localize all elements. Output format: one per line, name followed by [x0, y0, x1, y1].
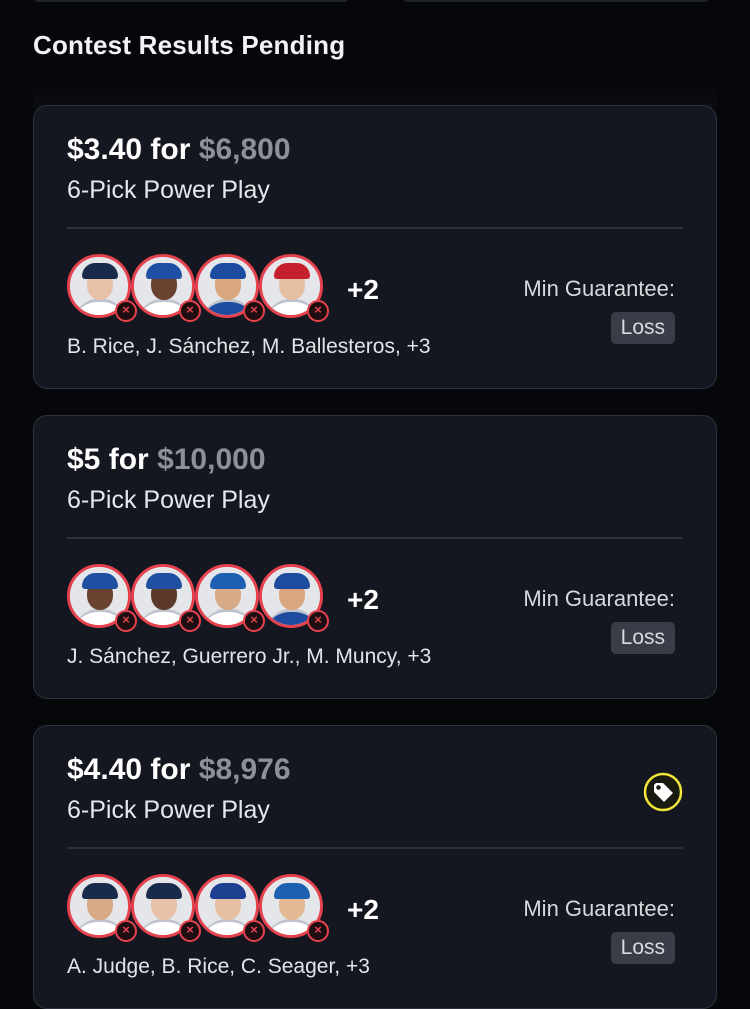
result-badge: Loss [610, 312, 675, 344]
card-divider [67, 227, 683, 229]
player-names: A. Judge, B. Rice, C. Seager, +3 [67, 955, 370, 978]
entry-amount: $3.40 [67, 133, 143, 166]
for-word: for [150, 133, 191, 166]
min-guarantee-label: Min Guarantee: [523, 276, 675, 301]
play-type: 6-Pick Power Play [67, 486, 270, 514]
entry-amount: $5 [67, 443, 101, 476]
more-players-count: +2 [347, 894, 379, 925]
payout-amount: $10,000 [157, 443, 266, 476]
player-names: J. Sánchez, Guerrero Jr., M. Muncy, +3 [67, 645, 432, 668]
play-type: 6-Pick Power Play [67, 176, 270, 204]
card-divider [67, 537, 683, 539]
more-players-count: +2 [347, 584, 379, 615]
for-word: for [108, 443, 149, 476]
section-title: Contest Results Pending [33, 30, 346, 60]
result-badge: Loss [610, 932, 675, 964]
tab-remnant-right [404, 0, 708, 2]
min-guarantee-label: Min Guarantee: [523, 586, 675, 611]
entry-amount: $4.40 [67, 753, 143, 786]
card-divider [67, 847, 683, 849]
entry-card[interactable]: $4.40 for $8,976 6-Pick Power Play × × ×… [33, 725, 717, 1009]
entry-headline: $5 for $10,000 [67, 443, 266, 477]
play-type: 6-Pick Power Play [67, 796, 270, 824]
top-tab-remnants [0, 0, 750, 6]
miss-x-icon: × [307, 300, 329, 322]
miss-x-icon: × [307, 920, 329, 942]
entry-card[interactable]: $3.40 for $6,800 6-Pick Power Play × × ×… [33, 105, 717, 389]
entry-headline: $3.40 for $6,800 [67, 133, 291, 167]
more-players-count: +2 [347, 274, 379, 305]
min-guarantee-label: Min Guarantee: [523, 896, 675, 921]
price-tag-icon[interactable] [643, 772, 683, 812]
entry-card[interactable]: $5 for $10,000 6-Pick Power Play × × × ×… [33, 415, 717, 699]
miss-x-icon: × [307, 610, 329, 632]
payout-amount: $6,800 [198, 133, 291, 166]
result-badge: Loss [610, 622, 675, 654]
player-names: B. Rice, J. Sánchez, M. Ballesteros, +3 [67, 335, 431, 358]
tab-remnant-left [35, 0, 347, 2]
payout-amount: $8,976 [198, 753, 291, 786]
for-word: for [150, 753, 191, 786]
entry-headline: $4.40 for $8,976 [67, 753, 291, 787]
